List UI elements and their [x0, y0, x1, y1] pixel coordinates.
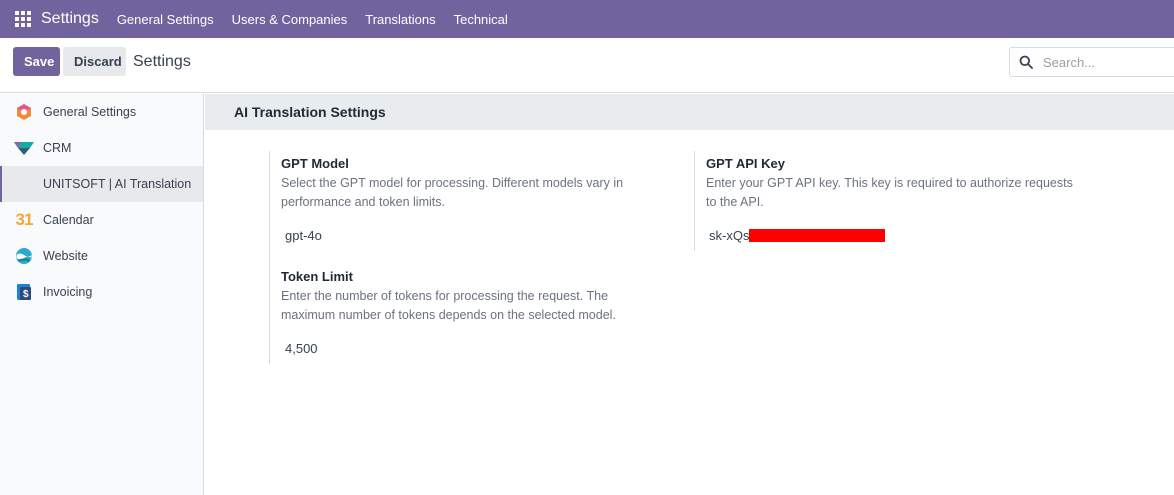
calendar-icon-text: 31: [15, 210, 34, 229]
general-settings-icon: [14, 102, 34, 122]
sidebar-item-ai-translation[interactable]: UNITSOFT | AI Translation: [0, 166, 203, 202]
crm-icon: [14, 138, 34, 158]
gpt-api-key-value: sk-xQs: [709, 228, 750, 243]
token-limit-help: Enter the number of tokens for processin…: [281, 289, 616, 322]
sidebar-item-invoicing[interactable]: $ Invoicing: [0, 274, 203, 310]
search-box[interactable]: [1009, 47, 1174, 77]
redaction-mark: [749, 229, 886, 242]
nav-users-companies[interactable]: Users & Companies: [232, 12, 348, 27]
save-button[interactable]: Save: [13, 47, 60, 76]
setting-token-limit: Token Limit Enter the number of tokens f…: [269, 264, 629, 364]
nav-translations[interactable]: Translations: [365, 12, 435, 27]
website-icon: [14, 246, 34, 266]
sidebar-item-calendar[interactable]: 31 Calendar: [0, 202, 203, 238]
section-header: AI Translation Settings: [205, 94, 1174, 130]
nav-general-settings[interactable]: General Settings: [117, 12, 214, 27]
setting-gpt-api-key: GPT API Key Enter your GPT API key. This…: [694, 151, 1094, 251]
gpt-api-key-label: GPT API Key: [706, 156, 785, 171]
sidebar-item-label: General Settings: [43, 105, 137, 119]
sidebar-item-label: CRM: [43, 141, 72, 155]
gpt-api-key-help: Enter your GPT API key. This key is requ…: [706, 176, 1073, 209]
nav-technical[interactable]: Technical: [454, 12, 508, 27]
svg-text:$: $: [23, 289, 29, 300]
gpt-model-label: GPT Model: [281, 156, 349, 171]
sidebar-item-crm[interactable]: CRM: [0, 130, 203, 166]
gpt-model-help: Select the GPT model for processing. Dif…: [281, 176, 624, 209]
sidebar-item-label: Website: [43, 249, 88, 263]
sidebar-item-label: Invoicing: [43, 285, 93, 299]
gpt-model-select[interactable]: gpt-4o: [285, 228, 629, 243]
gpt-api-key-field[interactable]: sk-xQs: [709, 228, 1094, 243]
top-navbar: Settings General Settings Users & Compan…: [0, 0, 1174, 38]
sidebar-item-label: Calendar: [43, 213, 94, 227]
sidebar-item-website[interactable]: Website: [0, 238, 203, 274]
sidebar-item-label: UNITSOFT | AI Translation: [43, 177, 192, 191]
search-input[interactable]: [1043, 54, 1173, 70]
sidebar-item-general-settings[interactable]: General Settings: [0, 94, 203, 130]
token-limit-label: Token Limit: [281, 269, 353, 284]
page-title: Settings: [133, 53, 191, 70]
discard-button[interactable]: Discard: [63, 47, 126, 76]
apps-grid-icon[interactable]: [15, 11, 31, 27]
setting-gpt-model: GPT Model Select the GPT model for proce…: [269, 151, 629, 264]
settings-content: AI Translation Settings GPT Model Select…: [205, 94, 1174, 495]
section-title: AI Translation Settings: [234, 104, 386, 120]
navbar-brand[interactable]: Settings: [41, 10, 99, 28]
calendar-icon: 31: [14, 210, 34, 230]
search-icon: [1019, 55, 1033, 69]
invoicing-icon: $: [14, 282, 34, 302]
control-panel: Save Discard Settings: [0, 38, 1174, 93]
settings-sidebar: General Settings CRM UNITSOFT | AI Trans…: [0, 94, 204, 495]
token-limit-input[interactable]: 4,500: [285, 341, 629, 356]
